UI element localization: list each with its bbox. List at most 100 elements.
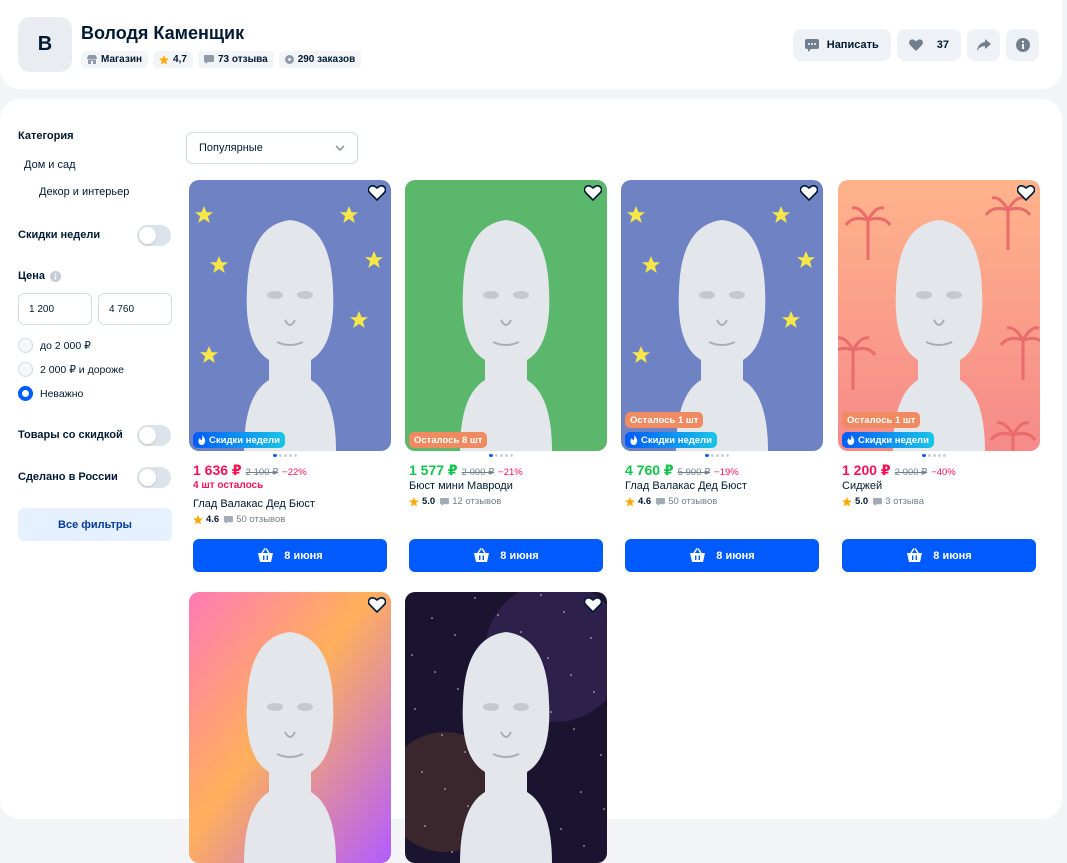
all-filters-button[interactable]: Все фильтры — [18, 508, 172, 541]
header-actions: Написать 37 — [792, 29, 1039, 61]
favorite-heart-icon[interactable] — [584, 185, 602, 201]
sort-select[interactable]: Популярные — [186, 132, 358, 164]
made-in-russia-toggle[interactable] — [137, 467, 171, 488]
pager-dot[interactable] — [294, 454, 297, 457]
week-discount-badge: Скидки недели — [193, 432, 285, 448]
chip-label: 4,7 — [173, 54, 187, 65]
product-name[interactable]: Сиджей — [842, 480, 882, 492]
review-bubble-icon — [873, 497, 883, 506]
info-icon[interactable] — [50, 270, 62, 282]
product-image-art — [405, 592, 607, 863]
pager-dot[interactable] — [711, 454, 714, 457]
pager-dot[interactable] — [279, 454, 282, 457]
product-card[interactable]: Осталось 1 шт Скидки недели 1 200 ₽ 2 000… — [838, 180, 1040, 572]
image-pager[interactable] — [705, 454, 729, 457]
pager-dot[interactable] — [273, 454, 277, 457]
week-discounts-toggle[interactable] — [137, 225, 171, 246]
pager-dot[interactable] — [289, 454, 292, 457]
product-image[interactable]: Осталось 1 шт Скидки недели — [838, 180, 1040, 451]
shop-name[interactable]: Володя Каменщик — [81, 23, 244, 44]
radio-button[interactable] — [18, 338, 33, 353]
write-button[interactable]: Написать — [792, 29, 891, 61]
product-image[interactable] — [405, 592, 607, 863]
favorite-heart-icon[interactable] — [800, 185, 818, 201]
favorite-heart-icon[interactable] — [368, 185, 386, 201]
product-image[interactable]: Осталось 1 шт Скидки недели — [621, 180, 823, 451]
message-icon — [804, 38, 819, 52]
product-name[interactable]: Глад Валакас Дед Бюст — [193, 498, 315, 510]
image-pager[interactable] — [273, 454, 297, 457]
product-card[interactable]: Скидки недели 1 636 ₽ 2 100 ₽ −22% 4 шт о… — [189, 180, 391, 572]
pager-dot[interactable] — [510, 454, 513, 457]
pager-dot[interactable] — [495, 454, 498, 457]
product-card[interactable] — [405, 592, 607, 863]
add-to-cart-button[interactable]: 8 июня — [625, 539, 819, 572]
product-image[interactable]: Осталось 8 шт — [405, 180, 607, 451]
pager-dot[interactable] — [938, 454, 941, 457]
shop-avatar[interactable]: В — [18, 17, 72, 72]
pager-dot[interactable] — [505, 454, 508, 457]
product-name[interactable]: Бюст мини Мавроди — [409, 480, 513, 492]
chip-orders[interactable]: 290 заказов — [278, 51, 362, 68]
discounted-toggle[interactable] — [137, 425, 171, 446]
pager-dot[interactable] — [716, 454, 719, 457]
radio-button[interactable] — [18, 362, 33, 377]
chip-label: Магазин — [101, 54, 143, 65]
product-card[interactable]: Осталось 1 шт Скидки недели 4 760 ₽ 5 900… — [621, 180, 823, 572]
chip-reviews[interactable]: 73 отзыва — [197, 51, 274, 68]
pager-dot[interactable] — [489, 454, 493, 457]
product-card[interactable] — [189, 592, 391, 863]
pager-dot[interactable] — [933, 454, 936, 457]
price-option-2000-plus[interactable]: 2 000 ₽ и дороже — [18, 362, 124, 377]
like-button[interactable]: 37 — [896, 29, 961, 61]
share-button[interactable] — [967, 29, 1000, 61]
price-option-any[interactable]: Неважно — [18, 386, 83, 401]
reviews-count[interactable]: 12 отзывов — [452, 496, 501, 507]
product-image[interactable]: Скидки недели — [189, 180, 391, 451]
reviews-count[interactable]: 50 отзывов — [668, 496, 717, 507]
price-to-input[interactable]: 4 760 — [98, 293, 172, 325]
info-button[interactable] — [1006, 29, 1039, 61]
fire-icon — [198, 435, 206, 445]
radio-button-selected[interactable] — [18, 386, 33, 401]
pager-dot[interactable] — [500, 454, 503, 457]
chip-store[interactable]: Магазин — [81, 51, 149, 68]
product-image-art — [189, 180, 391, 451]
pager-dot[interactable] — [705, 454, 709, 457]
category-decor[interactable]: Декор и интерьер — [39, 186, 129, 198]
old-price: 2 000 ₽ — [894, 467, 928, 478]
product-image[interactable] — [189, 592, 391, 863]
heart-icon — [908, 39, 923, 51]
pager-dot[interactable] — [943, 454, 946, 457]
pager-dot[interactable] — [721, 454, 724, 457]
category-home-garden[interactable]: Дом и сад — [24, 159, 76, 171]
store-icon — [87, 55, 97, 64]
price-option-under-2000[interactable]: до 2 000 ₽ — [18, 338, 91, 353]
chip-rating[interactable]: 4,7 — [153, 51, 193, 68]
pager-dot[interactable] — [928, 454, 931, 457]
price-row: 1 636 ₽ 2 100 ₽ −22% — [193, 462, 307, 479]
add-to-cart-button[interactable]: 8 июня — [193, 539, 387, 572]
week-discount-badge: Скидки недели — [842, 432, 934, 448]
pager-dot[interactable] — [284, 454, 287, 457]
add-to-cart-button[interactable]: 8 июня — [842, 539, 1036, 572]
image-pager[interactable] — [489, 454, 513, 457]
stock-left: 4 шт осталось — [193, 480, 264, 491]
star-icon — [625, 496, 635, 507]
reviews-count[interactable]: 3 отзыва — [885, 496, 924, 507]
pager-dot[interactable] — [922, 454, 926, 457]
reviews-count[interactable]: 50 отзывов — [236, 514, 285, 525]
product-name[interactable]: Глад Валакас Дед Бюст — [625, 480, 747, 492]
favorite-heart-icon[interactable] — [368, 597, 386, 613]
favorite-heart-icon[interactable] — [1017, 185, 1035, 201]
radio-label: до 2 000 ₽ — [40, 339, 91, 352]
product-badges: Осталось 1 шт Скидки недели — [625, 412, 717, 448]
add-to-cart-button[interactable]: 8 июня — [409, 539, 603, 572]
stock-badge: Осталось 1 шт — [842, 412, 921, 428]
image-pager[interactable] — [922, 454, 946, 457]
chip-label: 290 заказов — [297, 54, 356, 65]
price-from-input[interactable]: 1 200 — [18, 293, 92, 325]
favorite-heart-icon[interactable] — [584, 597, 602, 613]
product-card[interactable]: Осталось 8 шт 1 577 ₽ 2 000 ₽ −21% Бюст м… — [405, 180, 607, 572]
pager-dot[interactable] — [726, 454, 729, 457]
